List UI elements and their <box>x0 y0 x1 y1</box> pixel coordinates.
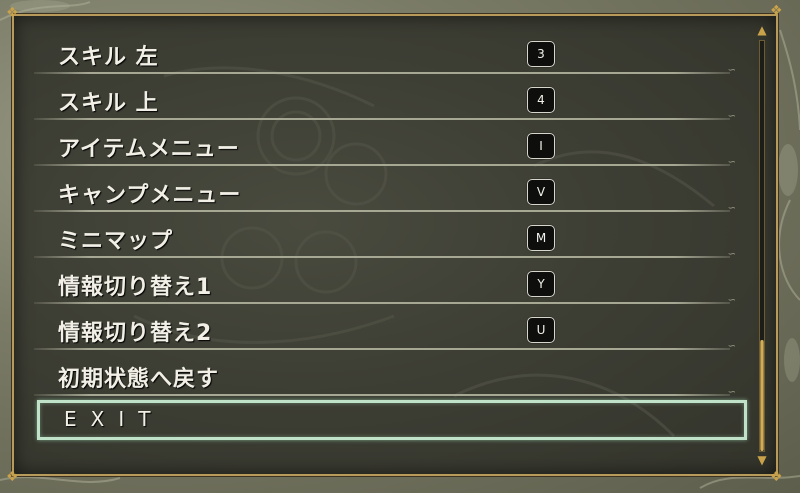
keybinding-row[interactable]: アイテムメニュー I ∽ <box>34 122 736 168</box>
row-divider: ∽ <box>34 341 736 352</box>
exit-button[interactable]: EXIT <box>34 398 747 444</box>
keybinding-row[interactable]: ミニマップ M ∽ <box>34 214 736 260</box>
scroll-down-icon[interactable]: ▼ <box>754 454 770 466</box>
keybinding-row[interactable]: キャンプメニュー V ∽ <box>34 168 736 214</box>
exit-label: EXIT <box>64 407 165 431</box>
scrollbar[interactable]: ▲ ▼ <box>752 24 772 468</box>
keybinding-row[interactable]: 情報切り替え2 U ∽ <box>34 306 736 352</box>
action-label: スキル 上 <box>58 91 159 116</box>
action-label: 情報切り替え2 <box>58 321 213 346</box>
divider-flourish-icon: ∽ <box>727 387 736 398</box>
row-divider: ∽ <box>34 249 736 260</box>
divider-flourish-icon: ∽ <box>727 341 736 352</box>
row-divider: ∽ <box>34 111 736 122</box>
action-label: アイテムメニュー <box>58 137 240 162</box>
keybinding-row[interactable]: スキル 左 3 ∽ <box>34 30 736 76</box>
row-divider: ∽ <box>34 295 736 306</box>
keycap[interactable]: U <box>527 317 555 343</box>
scroll-up-icon[interactable]: ▲ <box>754 24 770 36</box>
action-label: 初期状態へ戻す <box>58 367 220 392</box>
divider-flourish-icon: ∽ <box>727 65 736 76</box>
row-divider: ∽ <box>34 65 736 76</box>
divider-flourish-icon: ∽ <box>727 203 736 214</box>
action-label: ミニマップ <box>58 229 174 254</box>
keycap[interactable]: V <box>527 179 555 205</box>
keycap[interactable]: Y <box>527 271 555 297</box>
keycap[interactable]: 3 <box>527 41 555 67</box>
divider-flourish-icon: ∽ <box>727 111 736 122</box>
action-label: スキル 左 <box>58 45 159 70</box>
corner-ornament-icon: ❖ <box>770 3 783 19</box>
game-screen: スキル 左 3 ∽ スキル 上 4 ∽ アイテムメニュー I ∽ キャンプメニュー V ∽ ミニマップ M… <box>0 0 800 493</box>
row-divider: ∽ <box>34 387 736 398</box>
keybinding-row[interactable]: 初期状態へ戻す ∽ <box>34 352 736 398</box>
action-label: キャンプメニュー <box>58 183 242 208</box>
divider-flourish-icon: ∽ <box>727 295 736 306</box>
divider-flourish-icon: ∽ <box>727 157 736 168</box>
corner-ornament-icon: ❖ <box>6 469 19 485</box>
scroll-track[interactable] <box>759 40 765 452</box>
corner-ornament-icon: ❖ <box>6 5 19 21</box>
keybinding-row[interactable]: スキル 上 4 ∽ <box>34 76 736 122</box>
keycap[interactable]: 4 <box>527 87 555 113</box>
row-divider: ∽ <box>34 157 736 168</box>
scroll-thumb[interactable] <box>760 340 764 451</box>
keycap[interactable]: M <box>527 225 555 251</box>
divider-flourish-icon: ∽ <box>727 249 736 260</box>
keybinding-row[interactable]: 情報切り替え1 Y ∽ <box>34 260 736 306</box>
corner-ornament-icon: ❖ <box>770 469 783 485</box>
row-divider: ∽ <box>34 203 736 214</box>
action-label: 情報切り替え1 <box>58 275 213 300</box>
keycap[interactable]: I <box>527 133 555 159</box>
keybinding-panel: スキル 左 3 ∽ スキル 上 4 ∽ アイテムメニュー I ∽ キャンプメニュー V ∽ ミニマップ M… <box>11 13 779 477</box>
